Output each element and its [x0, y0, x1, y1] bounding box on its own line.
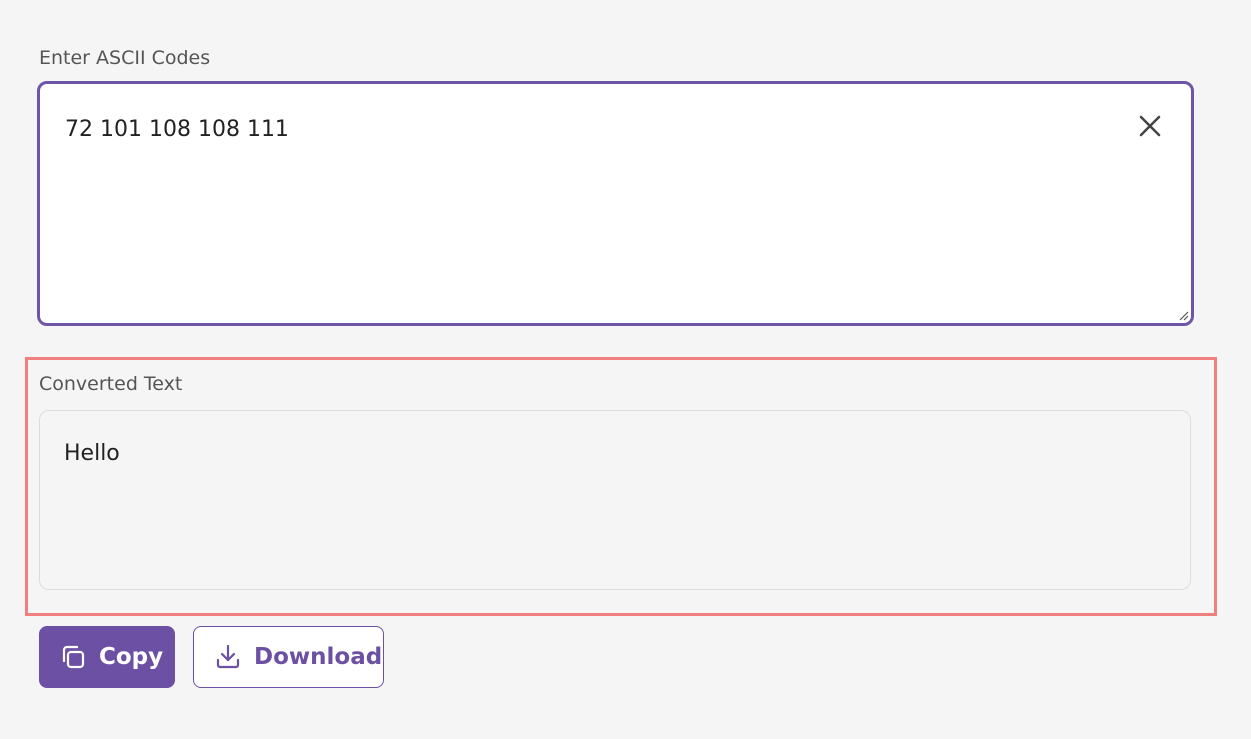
download-icon	[216, 644, 240, 669]
copy-button-label: Copy	[99, 644, 164, 670]
close-icon	[1139, 115, 1161, 137]
resize-handle-icon[interactable]	[1177, 309, 1189, 321]
copy-button[interactable]: Copy	[39, 626, 175, 688]
input-label: Enter ASCII Codes	[39, 47, 211, 69]
ascii-converter: Enter ASCII Codes 72 101 108 108 111 Con…	[0, 0, 1251, 739]
converted-text-value: Hello	[64, 441, 120, 466]
ascii-input-value[interactable]: 72 101 108 108 111	[65, 117, 289, 142]
download-button-label: Download	[254, 644, 383, 670]
output-label: Converted Text	[39, 373, 183, 395]
converted-text-output: Hello	[39, 410, 1191, 590]
clear-button[interactable]	[1136, 112, 1164, 140]
copy-icon	[62, 645, 85, 669]
ascii-input-textarea[interactable]: 72 101 108 108 111	[37, 81, 1194, 326]
download-button[interactable]: Download	[193, 626, 384, 688]
